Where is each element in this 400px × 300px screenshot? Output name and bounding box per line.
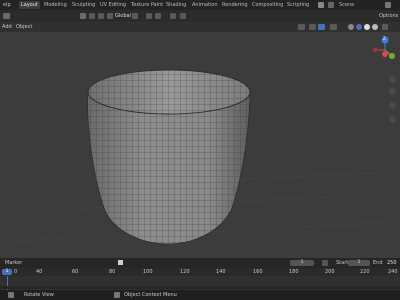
status-bar: Rotate View Object Context Menu bbox=[0, 290, 400, 300]
marker-menu[interactable]: Marker bbox=[5, 260, 22, 266]
ruler-tick: 40 bbox=[36, 269, 43, 275]
tab-modeling[interactable]: Modeling bbox=[42, 1, 69, 9]
ruler-tick: 200 bbox=[325, 269, 335, 275]
tab-layout[interactable]: Layout bbox=[19, 1, 40, 9]
perspective-toggle-icon[interactable] bbox=[389, 116, 396, 123]
transform-orientation-icon bbox=[107, 13, 113, 19]
ruler-tick: 140 bbox=[216, 269, 226, 275]
ruler-tick: 100 bbox=[143, 269, 153, 275]
proportional-falloff-icon[interactable] bbox=[180, 13, 186, 19]
camera-view-icon[interactable] bbox=[389, 102, 396, 109]
zoom-icon[interactable] bbox=[389, 76, 396, 83]
current-frame-field[interactable]: 1 bbox=[290, 260, 314, 266]
options-dropdown[interactable]: Options bbox=[379, 13, 398, 19]
context-menu-hint: Object Context Menu bbox=[124, 292, 177, 298]
viewport-canvas bbox=[0, 36, 400, 258]
overlays-icon[interactable] bbox=[318, 24, 325, 30]
wireframe-shading-icon[interactable] bbox=[348, 24, 354, 30]
end-label: End bbox=[373, 260, 383, 266]
pivot-icon[interactable] bbox=[132, 13, 138, 19]
visibility-icon[interactable] bbox=[298, 24, 305, 30]
stop-icon[interactable] bbox=[118, 260, 123, 265]
tab-sculpting[interactable]: Sculpting bbox=[70, 1, 97, 9]
select-mode-icon[interactable] bbox=[98, 13, 104, 19]
add-menu[interactable]: Add bbox=[2, 24, 12, 30]
ruler-tick: 0 bbox=[14, 269, 18, 275]
timeline-ruler[interactable]: 1 0 40 60 80 100 120 140 160 180 200 220… bbox=[0, 268, 400, 276]
ruler-tick: 220 bbox=[360, 269, 370, 275]
tab-animation[interactable]: Animation bbox=[190, 1, 220, 9]
material-preview-icon[interactable] bbox=[364, 24, 370, 30]
playhead[interactable]: 1 bbox=[2, 269, 12, 275]
tab-texture-paint[interactable]: Texture Paint bbox=[129, 1, 165, 9]
start-frame-field[interactable]: 1 bbox=[348, 260, 370, 266]
select-mode-icon[interactable] bbox=[89, 13, 95, 19]
tab-scripting[interactable]: Scripting bbox=[285, 1, 311, 9]
select-mode-icon[interactable] bbox=[80, 13, 86, 19]
ruler-tick: 120 bbox=[180, 269, 190, 275]
scene-selector[interactable]: Scene bbox=[337, 1, 356, 9]
preview-range-icon[interactable] bbox=[322, 260, 328, 266]
ruler-tick: 80 bbox=[109, 269, 116, 275]
timeline-track[interactable] bbox=[0, 276, 400, 290]
viewport-header: Global Options bbox=[0, 10, 400, 22]
xray-icon[interactable] bbox=[330, 24, 337, 30]
pan-icon[interactable] bbox=[389, 88, 396, 95]
start-label: Start bbox=[336, 260, 349, 266]
rendered-shading-icon[interactable] bbox=[372, 24, 378, 30]
gizmo-toggle-icon[interactable] bbox=[309, 24, 316, 30]
solid-shading-icon[interactable] bbox=[356, 24, 362, 30]
proportional-edit-icon[interactable] bbox=[170, 13, 176, 19]
rotate-view-hint: Rotate View bbox=[24, 292, 54, 298]
cup-mesh bbox=[87, 69, 251, 245]
help-menu[interactable]: elp bbox=[1, 1, 13, 9]
object-menu[interactable]: Object bbox=[16, 24, 32, 30]
tab-shading[interactable]: Shading bbox=[164, 1, 188, 9]
scene-icon bbox=[318, 2, 324, 8]
editor-type-icon[interactable] bbox=[3, 13, 10, 19]
transform-orientation-dropdown[interactable]: Global bbox=[115, 13, 131, 19]
3d-viewport[interactable]: Z bbox=[0, 32, 400, 258]
ruler-tick: 60 bbox=[72, 269, 79, 275]
top-menu-bar: elp Layout Modeling Sculpting UV Editing… bbox=[0, 0, 400, 10]
timeline-scrollbar[interactable] bbox=[0, 286, 400, 289]
mouse-middle-icon bbox=[8, 292, 14, 298]
scene-browse-icon[interactable] bbox=[328, 2, 334, 8]
tab-uv-editing[interactable]: UV Editing bbox=[98, 1, 128, 9]
shading-options-icon[interactable] bbox=[382, 24, 388, 30]
snap-icon[interactable] bbox=[146, 13, 152, 19]
viewport-subheader: Add Object bbox=[0, 22, 400, 32]
snap-target-icon[interactable] bbox=[155, 13, 161, 19]
ruler-tick: 180 bbox=[289, 269, 299, 275]
new-scene-icon[interactable] bbox=[385, 2, 391, 8]
gizmo-z-label[interactable]: Z bbox=[383, 36, 386, 41]
tab-compositing[interactable]: Compositing bbox=[250, 1, 285, 9]
timeline-header: Marker 1 Start 1 End 250 bbox=[0, 258, 400, 268]
end-frame-field[interactable]: 250 bbox=[387, 260, 397, 266]
mouse-right-icon bbox=[114, 292, 120, 298]
tab-rendering[interactable]: Rendering bbox=[220, 1, 250, 9]
ruler-tick: 240 bbox=[388, 269, 398, 275]
ruler-tick: 160 bbox=[253, 269, 263, 275]
